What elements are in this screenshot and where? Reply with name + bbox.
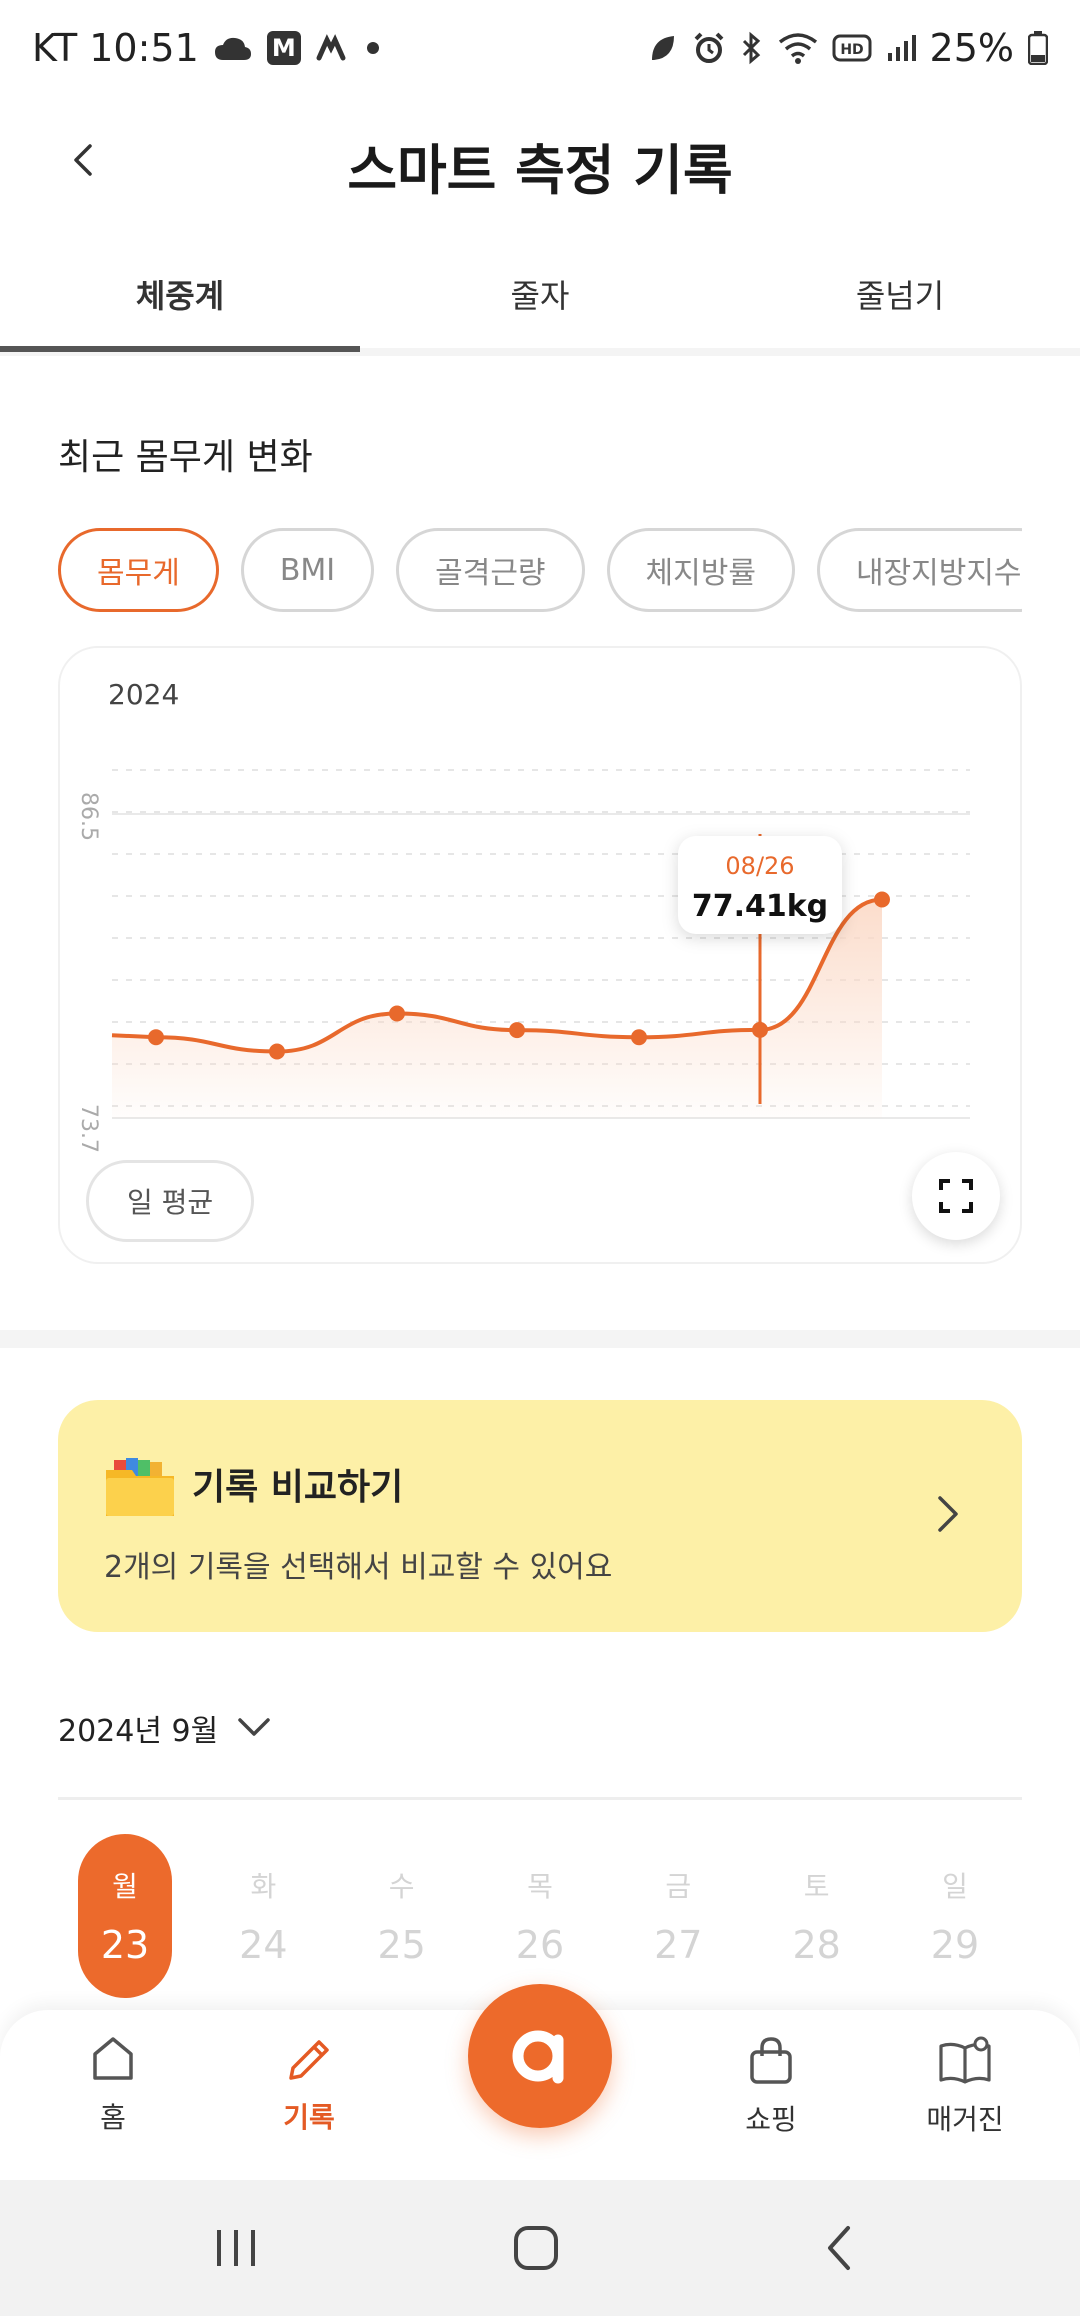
chip-bmi[interactable]: BMI [240,528,375,612]
nav-record[interactable]: 기록 [234,2034,384,2136]
y-tick-label: 73.7 [76,1104,101,1153]
day-fri[interactable]: 금 27 [631,1834,725,1998]
data-point [509,1022,525,1039]
wifi-icon [778,32,818,64]
chip-body-fat[interactable]: 체지방률 [606,528,795,612]
compare-title: 기록 비교하기 [192,1467,404,1508]
data-point [752,1021,768,1038]
data-point [631,1029,647,1046]
system-navigation-bar [0,2180,1080,2316]
data-point [269,1043,285,1060]
week-day-picker: 월 23 화 24 수 25 목 26 금 27 토 28 일 29 [58,1834,1022,1998]
home-system-button[interactable] [496,2208,576,2288]
day-wed[interactable]: 수 25 [355,1834,449,1998]
expand-chart-button[interactable] [912,1152,1000,1240]
section-divider [0,1330,1080,1348]
tab-jump-rope[interactable]: 줄넘기 [720,240,1080,348]
app-logo-fab-button[interactable] [468,1984,612,2128]
weight-chart-card: 86.5 73.7 08/26 77.41kg 2024 일 평균 [58,646,1022,1264]
back-arrow-icon [828,2226,850,2270]
chip-weight[interactable]: 몸무게 [58,528,219,612]
nav-label: 홈 [100,2101,126,2134]
month-selector[interactable]: 2024년 9월 [58,1706,272,1750]
chip-visceral-fat[interactable]: 내장지방지수 [816,528,1022,612]
cloud-icon [213,34,253,62]
compare-description: 2개의 기록을 선택해서 비교할 수 있어요 [104,1550,613,1585]
section-title: 최근 몸무게 변화 [58,437,313,478]
svg-text:HD: HD [840,42,863,58]
chip-skeletal-muscle[interactable]: 골격근량 [396,528,585,612]
data-point [389,1005,405,1022]
day-number: 24 [239,1923,288,1967]
nav-magazine[interactable]: 매거진 [890,2034,1040,2138]
home-square-icon [514,2226,558,2270]
app-header: 스마트 측정 기록 [0,96,1080,226]
metric-chips: 몸무게 BMI 골격근량 체지방률 내장지방지수 [58,528,1022,612]
home-icon [93,2037,133,2080]
day-name: 금 [665,1870,692,1903]
folder-icon [104,1456,176,1522]
hd-icon: HD [832,33,872,63]
recents-icon [217,2230,255,2266]
daily-average-button[interactable]: 일 평균 [86,1160,255,1242]
day-sun[interactable]: 일 29 [908,1834,1002,1998]
nav-label: 매거진 [926,2103,1004,2136]
day-number: 23 [100,1923,150,1967]
shopping-bag-icon [750,2037,792,2084]
tooltip-date: 08/26 [725,852,794,880]
nav-label: 쇼핑 [745,2103,797,2136]
measurement-tabs: 체중계 줄자 줄넘기 [0,240,1080,356]
day-thu[interactable]: 목 26 [493,1834,587,1998]
month-label: 2024년 9월 [58,1714,219,1749]
day-sat[interactable]: 토 28 [770,1834,864,1998]
day-number: 28 [792,1923,841,1967]
nav-label: 기록 [283,2101,335,2134]
day-name: 수 [388,1870,415,1903]
nav-home[interactable]: 홈 [38,2034,188,2136]
status-bar: KT 10:51 M HD 25% [0,0,1080,96]
signal-icon [886,33,916,63]
day-name: 월 [112,1870,138,1903]
carrier-time: KT 10:51 [32,26,199,70]
day-number: 27 [654,1923,703,1967]
leaf-icon [648,32,678,64]
day-name: 목 [527,1870,553,1903]
day-number: 25 [377,1923,426,1967]
compare-records-banner[interactable]: 기록 비교하기 2개의 기록을 선택해서 비교할 수 있어요 [58,1400,1022,1632]
alarm-icon [692,31,726,65]
battery-percent: 25% [929,26,1014,70]
data-point [874,891,890,908]
day-name: 화 [250,1870,277,1903]
bluetooth-icon [740,31,764,65]
y-tick-label: 86.5 [76,792,101,841]
m-app-icon: M [266,31,301,65]
day-number: 26 [515,1923,565,1967]
fullscreen-icon [939,1179,973,1213]
divider [58,1797,1022,1800]
tab-tape-measure[interactable]: 줄자 [360,240,720,348]
logo-a-icon [512,2030,564,2084]
system-back-button[interactable] [800,2208,880,2288]
day-tue[interactable]: 화 24 [216,1834,310,1998]
pencil-icon [289,2040,329,2080]
day-number: 29 [930,1923,980,1967]
data-point [148,1029,164,1046]
page-title: 스마트 측정 기록 [347,139,733,202]
nav-shopping[interactable]: 쇼핑 [696,2034,846,2138]
chevron-down-icon [238,1718,270,1736]
tab-scale[interactable]: 체중계 [0,240,360,352]
day-name: 일 [942,1870,968,1903]
book-icon [939,2036,991,2084]
chevron-right-icon [930,1490,966,1542]
tooltip-value: 77.41kg [692,889,828,924]
day-mon[interactable]: 월 23 [78,1834,172,1998]
recent-apps-button[interactable] [196,2208,276,2288]
chart-year: 2024 [108,678,180,711]
dot-icon [365,40,381,56]
app-notification-icon [315,34,351,62]
battery-icon [1028,31,1048,65]
day-name: 토 [803,1870,830,1903]
